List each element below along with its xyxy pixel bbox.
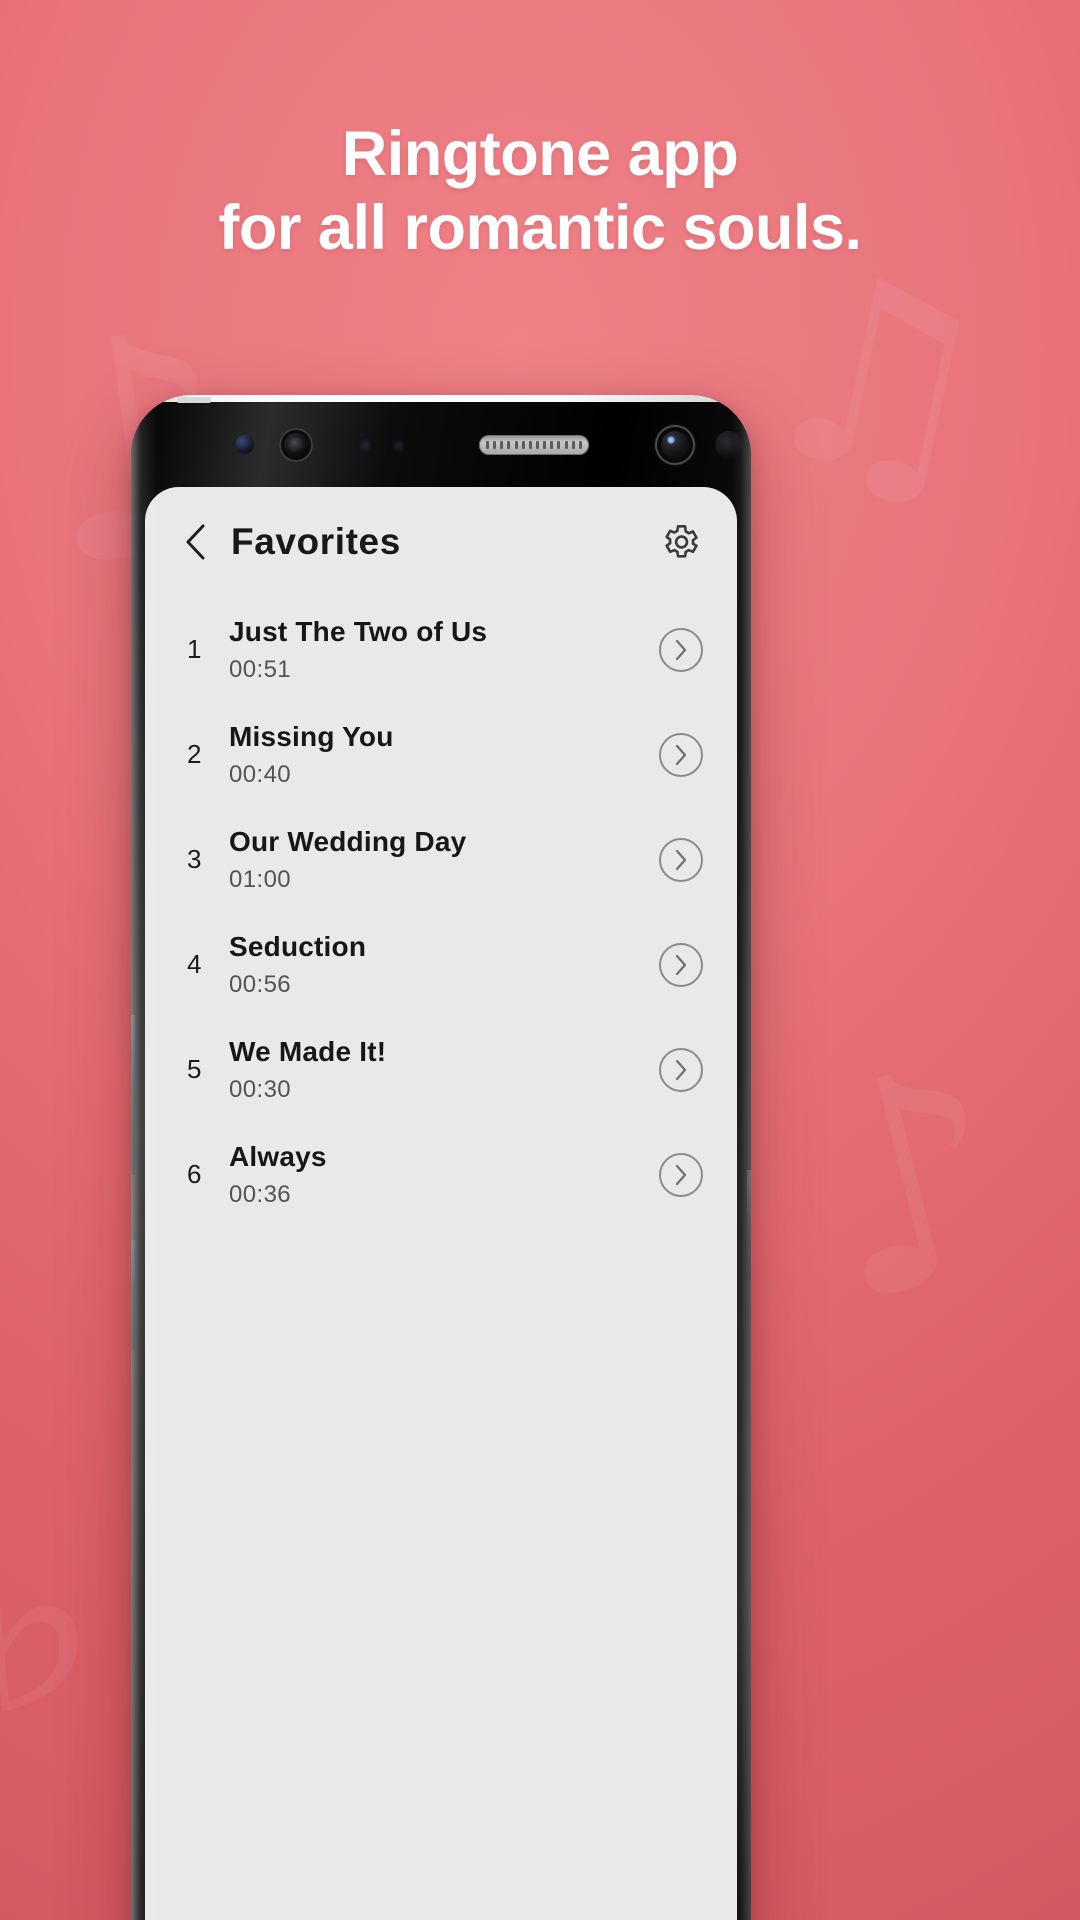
chevron-right-icon <box>675 849 687 870</box>
phone-device-mockup: Favorites 1 Just The Two of Us 00:51 2 M… <box>131 395 751 1920</box>
track-index: 5 <box>187 1054 202 1084</box>
track-index: 1 <box>187 634 202 664</box>
track-duration: 00:51 <box>229 655 292 683</box>
track-title: Seduction <box>229 931 367 963</box>
promo-headline: Ringtone app for all romantic souls. <box>0 118 1080 265</box>
track-index: 6 <box>187 1159 202 1189</box>
track-duration: 00:56 <box>229 970 292 998</box>
earpiece-speaker-icon <box>479 435 589 455</box>
headline-line-2: for all romantic souls. <box>218 192 862 263</box>
track-open-button[interactable] <box>659 942 703 987</box>
chevron-right-icon <box>675 639 687 660</box>
track-duration: 01:00 <box>229 865 292 893</box>
track-title: Always <box>229 1141 327 1173</box>
chevron-right-icon <box>675 1164 687 1185</box>
promo-screenshot: ♪ ♫ ♯ ♪ ♫ ♭ ♪ Ringtone app for all roman… <box>0 0 1080 1920</box>
table-row[interactable]: 1 Just The Two of Us 00:51 <box>145 597 737 702</box>
track-meta: We Made It! 00:30 <box>229 1035 659 1103</box>
chevron-right-icon <box>675 1059 687 1080</box>
back-button[interactable] <box>173 520 217 564</box>
table-row[interactable]: 2 Missing You 00:40 <box>145 702 737 807</box>
iris-scanner-icon <box>235 435 254 454</box>
phone-screen: Favorites 1 Just The Two of Us 00:51 2 M… <box>145 487 737 1920</box>
proximity-sensor-icon <box>359 437 371 453</box>
gear-icon <box>665 524 698 558</box>
track-duration: 00:36 <box>229 1180 292 1208</box>
favorites-track-list: 1 Just The Two of Us 00:51 2 Missing You… <box>145 597 737 1227</box>
track-duration: 00:40 <box>229 760 292 788</box>
track-meta: Always 00:36 <box>229 1140 659 1208</box>
app-header: Favorites <box>145 487 737 597</box>
track-duration: 00:30 <box>229 1075 292 1103</box>
track-title: Just The Two of Us <box>229 616 488 648</box>
track-index: 2 <box>187 739 202 769</box>
selfie-camera-icon <box>655 425 695 465</box>
volume-down-button[interactable] <box>131 1240 135 1350</box>
track-meta: Seduction 00:56 <box>229 930 659 998</box>
table-row[interactable]: 3 Our Wedding Day 01:00 <box>145 807 737 912</box>
bixby-button[interactable] <box>131 1015 135 1175</box>
chevron-right-icon <box>675 744 687 765</box>
track-index: 3 <box>187 844 202 874</box>
track-open-button[interactable] <box>659 1047 703 1092</box>
track-title: We Made It! <box>229 1036 387 1068</box>
chevron-right-icon <box>675 954 687 975</box>
headline-line-1: Ringtone app <box>341 119 739 189</box>
track-open-button[interactable] <box>659 837 703 882</box>
music-note-watermark-icon: ♫ <box>731 208 1022 552</box>
track-title: Our Wedding Day <box>229 826 467 858</box>
track-title: Missing You <box>229 721 394 753</box>
page-title: Favorites <box>231 521 401 562</box>
track-meta: Our Wedding Day 01:00 <box>229 825 659 893</box>
music-note-watermark-icon: ♪ <box>781 998 1043 1371</box>
light-sensor-icon <box>393 439 404 453</box>
track-meta: Just The Two of Us 00:51 <box>229 615 659 683</box>
track-meta: Missing You 00:40 <box>229 720 659 788</box>
track-open-button[interactable] <box>659 627 703 672</box>
settings-button[interactable] <box>657 519 703 565</box>
power-button[interactable] <box>747 1170 751 1280</box>
track-open-button[interactable] <box>659 1152 703 1197</box>
music-note-watermark-icon: ♭ <box>0 1452 111 1777</box>
phone-top-bezel <box>131 395 751 487</box>
front-camera-icon <box>279 428 313 462</box>
flash-sensor-icon <box>715 431 743 459</box>
table-row[interactable]: 6 Always 00:36 <box>145 1122 737 1227</box>
track-index: 4 <box>187 949 202 979</box>
table-row[interactable]: 5 We Made It! 00:30 <box>145 1017 737 1122</box>
track-open-button[interactable] <box>659 732 703 777</box>
table-row[interactable]: 4 Seduction 00:56 <box>145 912 737 1017</box>
